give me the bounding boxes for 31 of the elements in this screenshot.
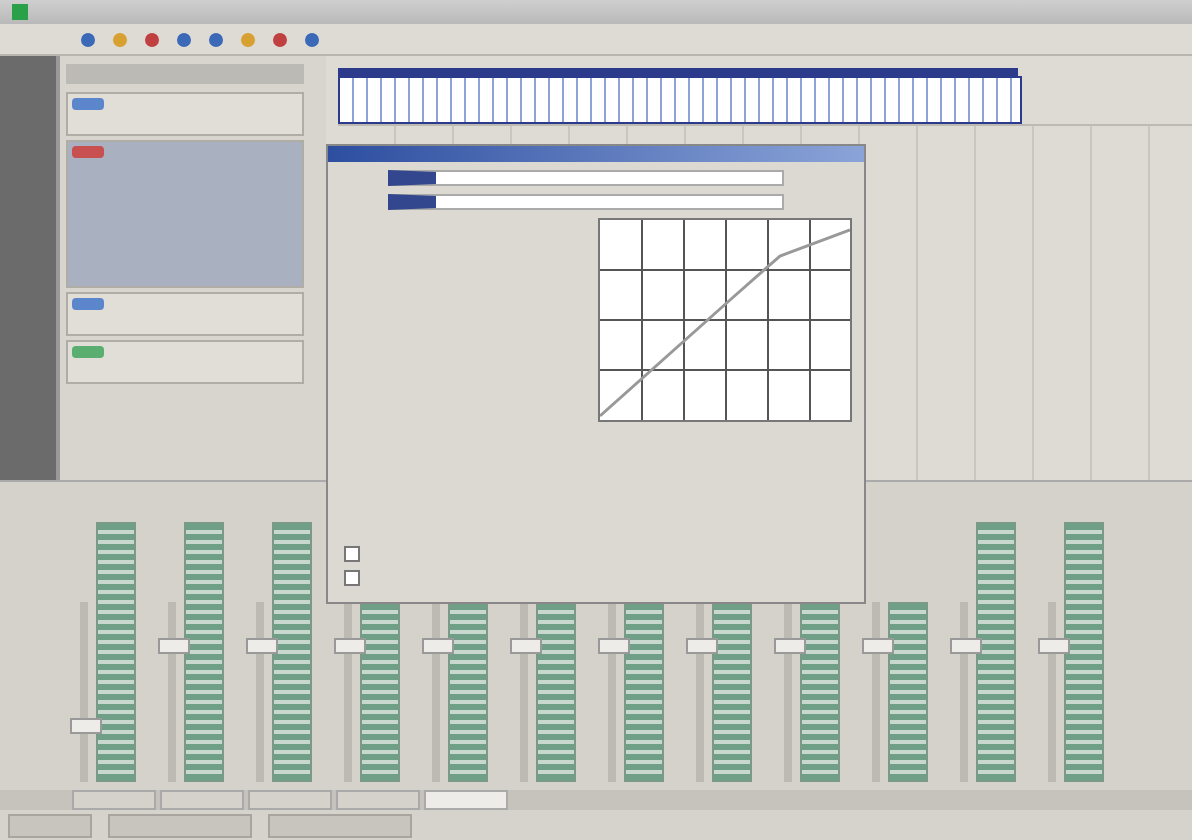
fader-thumb[interactable] [422,637,454,653]
taskbar-button[interactable] [108,813,252,837]
fader-thumb[interactable] [70,718,102,734]
checkbox[interactable] [344,546,360,562]
track-header[interactable] [66,140,304,288]
app-icon [12,4,28,20]
fader-thumb[interactable] [598,637,630,653]
input-field[interactable] [388,170,784,186]
panel-tab[interactable] [160,790,244,810]
track-header[interactable] [66,292,304,336]
fader-thumb[interactable] [862,637,894,653]
track-header[interactable] [66,340,304,384]
fader-thumb[interactable] [334,637,366,653]
checkbox[interactable] [344,570,360,586]
input-field[interactable] [388,194,784,210]
panel-tab[interactable] [72,790,156,810]
taskbar-button[interactable] [268,813,412,837]
track-header[interactable] [66,92,304,136]
fader-thumb[interactable] [510,637,542,653]
panel-tab[interactable] [424,790,508,810]
fader-thumb[interactable] [950,637,982,653]
midi-clip[interactable] [338,76,1022,124]
panel-tab[interactable] [248,790,332,810]
fader-thumb[interactable] [1038,637,1070,653]
panel-tab[interactable] [336,790,420,810]
fader-thumb[interactable] [158,637,190,653]
fader-thumb[interactable] [686,637,718,653]
fader-thumb[interactable] [774,637,806,653]
curve-graph[interactable] [598,218,852,422]
fader-thumb[interactable] [246,637,278,653]
start-button[interactable] [8,813,92,837]
